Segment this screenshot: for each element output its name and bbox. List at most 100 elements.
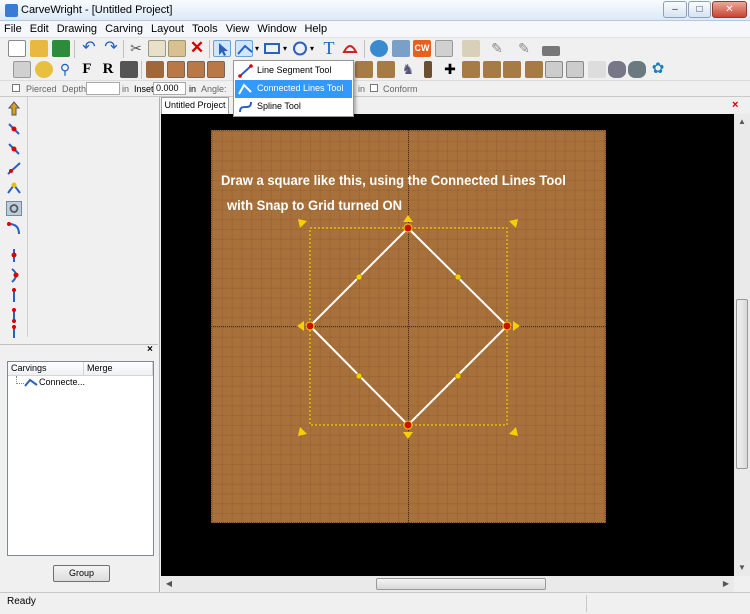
eraser-icon[interactable] (588, 61, 606, 78)
pattern-icon[interactable] (435, 40, 453, 57)
tab-close-icon[interactable]: × (732, 99, 738, 111)
pane-close-icon[interactable]: × (147, 344, 153, 355)
menu-help[interactable]: Help (300, 21, 331, 35)
menu-tools[interactable]: Tools (188, 21, 222, 35)
vertical-split-icon[interactable] (6, 248, 22, 263)
cw-icon[interactable]: CW (413, 40, 431, 57)
menu-view[interactable]: View (222, 21, 254, 35)
copy-icon[interactable] (148, 40, 166, 57)
board-icon[interactable] (146, 61, 164, 78)
line-tools-dropdown[interactable]: ▾ (255, 40, 263, 57)
drawing-canvas[interactable]: Draw a square like this, using the Conne… (161, 114, 734, 576)
fillet-icon[interactable] (6, 201, 22, 216)
rotate-icon[interactable] (35, 61, 53, 78)
texture-icon-6[interactable] (525, 61, 543, 78)
board-view-icon[interactable] (120, 61, 138, 78)
texture-icon-1[interactable] (355, 61, 373, 78)
resize-arrow-bottom-right (509, 427, 518, 436)
paste-icon[interactable] (168, 40, 186, 57)
texture-icon-7[interactable] (545, 61, 563, 78)
minimize-button[interactable]: – (663, 1, 687, 18)
menu-layout[interactable]: Layout (147, 21, 188, 35)
scroll-left-icon[interactable]: ◀ (161, 576, 177, 592)
column-header-carvings[interactable]: Carvings (8, 362, 84, 376)
brush-icon[interactable]: ✎ (515, 40, 533, 57)
tab-untitled-project[interactable]: Untitled Project (161, 97, 229, 114)
remove-point-icon[interactable] (6, 141, 22, 156)
circle-icon[interactable] (291, 40, 309, 57)
inset-input[interactable]: 0.000 (153, 82, 186, 95)
rectangle-dropdown[interactable]: ▾ (283, 40, 291, 57)
menu-carving[interactable]: Carving (101, 21, 147, 35)
grid-icon[interactable] (167, 61, 185, 78)
fence-icon[interactable] (462, 40, 480, 57)
bear-icon[interactable] (608, 61, 626, 78)
shell-icon[interactable] (341, 40, 359, 57)
segment-icon[interactable] (6, 308, 22, 323)
maximize-button[interactable]: □ (688, 1, 711, 18)
layout-icon[interactable] (207, 61, 225, 78)
save-icon[interactable] (52, 40, 70, 57)
front-view-icon[interactable]: F (78, 61, 96, 78)
add-point-icon[interactable] (6, 121, 22, 136)
texture-icon-5[interactable] (503, 61, 521, 78)
pierced-checkbox[interactable] (12, 84, 20, 92)
group-button[interactable]: Group (53, 565, 110, 582)
scroll-right-icon[interactable]: ▶ (718, 576, 734, 592)
line-tools-icon[interactable] (235, 40, 253, 57)
menu-file[interactable]: File (0, 21, 26, 35)
conform-checkbox[interactable] (370, 84, 378, 92)
menu-item-spline-tool[interactable]: Spline Tool (235, 98, 352, 116)
horizontal-scrollbar[interactable]: ◀ ▶ (161, 576, 734, 592)
select-icon[interactable] (213, 40, 231, 57)
rear-view-icon[interactable]: R (99, 61, 117, 78)
texture-icon-3[interactable] (462, 61, 480, 78)
arrange-icon[interactable] (13, 61, 31, 78)
column-header-merge[interactable]: Merge (84, 362, 153, 376)
machine-icon[interactable] (392, 40, 410, 57)
clipart-icon[interactable] (370, 40, 388, 57)
undo-icon[interactable]: ↶ (80, 40, 98, 57)
vertical-scrollbar[interactable]: ▲ ▼ (734, 114, 750, 576)
depth-input[interactable] (86, 82, 120, 95)
zoom-icon[interactable]: ⚲ (56, 61, 74, 78)
chisel-icon[interactable] (424, 61, 432, 78)
arc-icon[interactable] (6, 221, 22, 236)
open-icon[interactable] (30, 40, 48, 57)
break-line-icon[interactable] (6, 161, 22, 176)
texture-icon-2[interactable] (377, 61, 395, 78)
new-icon[interactable] (8, 40, 26, 57)
horizontal-scroll-thumb[interactable] (376, 578, 546, 590)
delete-icon[interactable]: ✕ (188, 39, 206, 57)
pen-icon[interactable]: ✎ (488, 40, 506, 57)
table-icon[interactable] (542, 46, 560, 56)
close-button[interactable]: ✕ (712, 1, 747, 18)
menu-edit[interactable]: Edit (26, 21, 53, 35)
rectangle-icon[interactable] (263, 40, 281, 57)
scroll-down-icon[interactable]: ▼ (734, 560, 750, 576)
scroll-up-icon[interactable]: ▲ (734, 114, 750, 130)
square-drawing[interactable] (161, 114, 734, 576)
texture-icon-8[interactable] (566, 61, 584, 78)
line-down-icon[interactable] (6, 288, 22, 303)
animal-icon[interactable] (628, 61, 646, 78)
cut-icon[interactable]: ✂ (127, 40, 145, 57)
move-up-icon[interactable] (6, 101, 22, 116)
curve-split-icon[interactable] (6, 268, 22, 283)
tree-item-connected[interactable]: Connecte... (39, 377, 85, 387)
text-icon[interactable]: T (320, 39, 338, 57)
bit-icon[interactable]: ♞ (399, 61, 417, 78)
menu-item-line-segment-tool[interactable]: Line Segment Tool (235, 62, 352, 80)
sander-icon[interactable]: ✚ (441, 61, 459, 78)
menu-drawing[interactable]: Drawing (53, 21, 101, 35)
flower-icon[interactable]: ✿ (649, 61, 667, 78)
snap-grid-icon[interactable] (187, 61, 205, 78)
vertical-scroll-thumb[interactable] (736, 299, 748, 469)
join-icon[interactable] (6, 181, 22, 196)
menu-item-connected-lines-tool[interactable]: Connected Lines Tool (235, 80, 352, 98)
circle-dropdown[interactable]: ▾ (310, 40, 318, 57)
segment-end-icon[interactable] (6, 324, 22, 339)
redo-icon[interactable]: ↷ (102, 40, 120, 57)
texture-icon-4[interactable] (483, 61, 501, 78)
menu-window[interactable]: Window (253, 21, 300, 35)
